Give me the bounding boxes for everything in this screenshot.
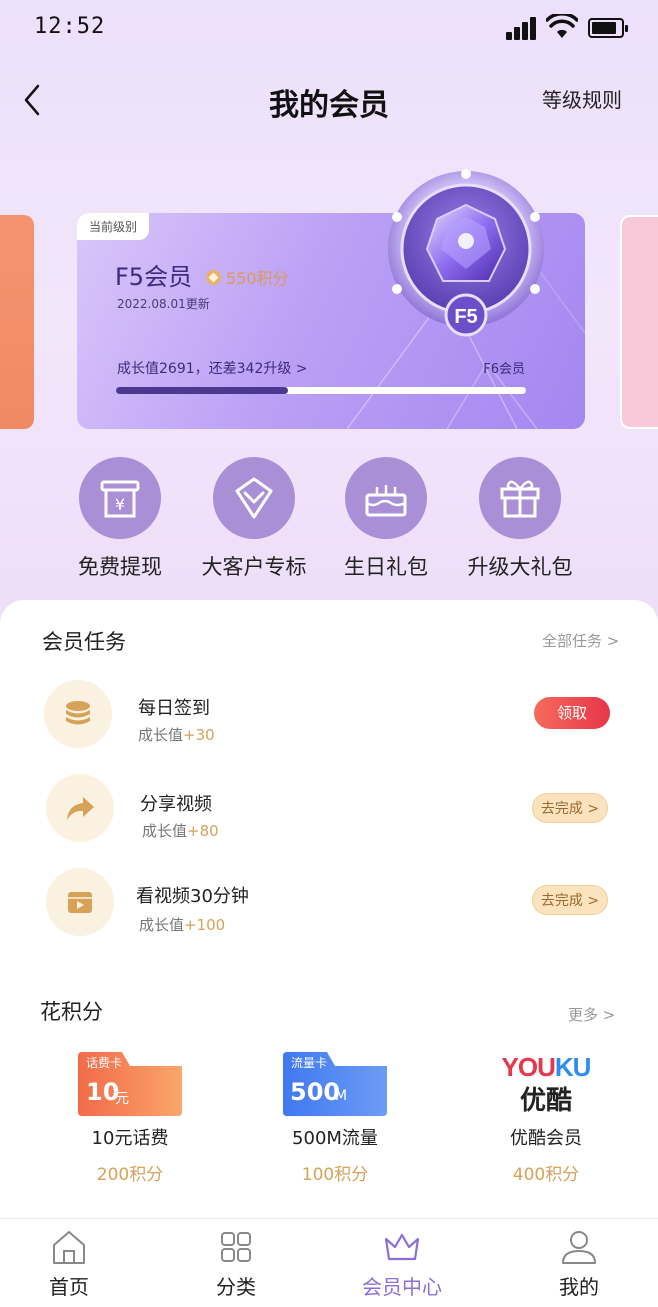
tasks-section-title: 会员任务 — [42, 630, 126, 654]
benefit-vip-customer[interactable]: 大客户专标 — [184, 457, 324, 581]
category-grid-icon — [221, 1232, 251, 1262]
prev-level-card[interactable] — [0, 215, 34, 429]
benefits-row: ¥ 免费提现 大客户专标 生日礼包 升级大礼包 — [0, 457, 658, 587]
f5-level-badge-icon: F5 — [388, 169, 544, 337]
status-bar: 12:52 — [0, 0, 658, 56]
yen-receipt-icon: ¥ — [79, 457, 161, 539]
more-rewards-link[interactable]: 更多 > — [568, 1004, 615, 1025]
tab-bar: 首页 分类 会员中心 我的 — [0, 1218, 658, 1307]
video-play-icon — [46, 868, 114, 936]
phone-credit-card-icon: 话费卡 10 元 — [78, 1052, 182, 1116]
crown-icon — [384, 1233, 420, 1261]
tab-member-center[interactable]: 会员中心 — [342, 1219, 462, 1307]
task-reward: 成长值+30 — [138, 726, 215, 744]
benefit-label: 升级大礼包 — [467, 555, 573, 579]
data-card-icon: 流量卡 500 M — [283, 1052, 387, 1116]
benefit-free-withdraw[interactable]: ¥ 免费提现 — [50, 457, 190, 581]
benefit-birthday-gift[interactable]: 生日礼包 — [316, 457, 456, 581]
tab-label: 首页 — [49, 1275, 89, 1299]
reward-name: 10元话费 — [91, 1128, 169, 1149]
reward-youku-vip[interactable]: YOUKU 优酷 优酷会员 400积分 — [446, 1052, 646, 1185]
card-unit: M — [335, 1088, 348, 1104]
tab-label: 我的 — [559, 1275, 599, 1299]
gift-box-icon — [479, 457, 561, 539]
youku-logo: YOUKU 优酷 — [494, 1052, 598, 1116]
reward-data-pack[interactable]: 流量卡 500 M 500M流量 100积分 — [235, 1052, 435, 1185]
update-date: 2022.08.01更新 — [117, 297, 210, 311]
task-item: 看视频30分钟 成长值+100 去完成 > — [0, 868, 658, 948]
task-item: 每日签到 成长值+30 领取 — [0, 680, 658, 760]
svg-text:¥: ¥ — [115, 495, 125, 514]
benefit-label: 大客户专标 — [201, 555, 307, 579]
reward-name: 500M流量 — [292, 1128, 378, 1149]
points-shop-title: 花积分 — [40, 1000, 103, 1024]
wifi-icon — [546, 14, 578, 38]
growth-value-link[interactable]: 成长值2691，还差342升级 > — [117, 358, 308, 378]
battery-icon — [588, 18, 628, 38]
growth-progress-fill — [116, 387, 289, 394]
youku-logo-text: YOUKU — [494, 1052, 598, 1083]
reward-phone-credit[interactable]: 话费卡 10 元 10元话费 200积分 — [30, 1052, 230, 1185]
task-name: 分享视频 — [140, 794, 212, 815]
youku-logo-ku: KU — [554, 1052, 592, 1082]
level-rules-link[interactable]: 等级规则 — [542, 84, 622, 113]
all-tasks-link[interactable]: 全部任务 > — [542, 630, 619, 651]
home-icon — [53, 1231, 85, 1264]
user-icon — [562, 1231, 596, 1264]
tab-label: 会员中心 — [362, 1275, 442, 1299]
card-tag: 流量卡 — [291, 1056, 328, 1070]
task-name: 每日签到 — [138, 698, 210, 719]
tab-label: 分类 — [216, 1275, 256, 1299]
go-complete-button[interactable]: 去完成 > — [532, 885, 608, 915]
diamond-badge-icon — [213, 457, 295, 539]
current-level-tag: 当前级别 — [77, 213, 150, 240]
youku-logo-you: YOU — [501, 1052, 556, 1082]
benefit-label: 免费提现 — [78, 555, 162, 579]
points-balance[interactable]: 550积分 — [206, 265, 289, 289]
status-time: 12:52 — [34, 14, 106, 39]
tab-mine[interactable]: 我的 — [519, 1219, 639, 1307]
task-reward: 成长值+80 — [142, 822, 219, 840]
task-reward: 成长值+100 — [139, 916, 226, 934]
badge-label: F5 — [454, 306, 477, 328]
points-value: 550积分 — [226, 269, 289, 288]
tab-category[interactable]: 分类 — [176, 1219, 296, 1307]
level-name: F5会员 — [115, 263, 193, 291]
go-complete-button[interactable]: 去完成 > — [532, 793, 608, 823]
growth-progress-bar — [116, 387, 526, 394]
signal-icon — [506, 16, 538, 40]
coin-stack-icon — [44, 680, 112, 748]
points-coin-icon — [206, 269, 221, 285]
claim-button[interactable]: 领取 — [534, 697, 610, 729]
card-value: 500 — [290, 1078, 341, 1106]
birthday-cake-icon — [345, 457, 427, 539]
benefit-upgrade-gift[interactable]: 升级大礼包 — [450, 457, 590, 581]
next-level-label: F6会员 — [483, 362, 525, 377]
benefit-label: 生日礼包 — [344, 555, 428, 579]
nav-bar: 我的会员 等级规则 — [0, 70, 658, 130]
reward-name: 优酷会员 — [510, 1128, 582, 1149]
next-level-card[interactable] — [620, 215, 658, 429]
card-unit: 元 — [115, 1091, 129, 1107]
card-tag: 话费卡 — [86, 1056, 123, 1070]
share-arrow-icon — [46, 774, 114, 842]
main-panel: 会员任务 全部任务 > 每日签到 成长值+30 领取 分享视频 成长值+80 去… — [0, 600, 658, 1220]
youku-logo-sub: 优酷 — [519, 1086, 572, 1116]
task-item: 分享视频 成长值+80 去完成 > — [0, 774, 658, 854]
tab-home[interactable]: 首页 — [9, 1219, 129, 1307]
task-name: 看视频30分钟 — [136, 886, 249, 907]
